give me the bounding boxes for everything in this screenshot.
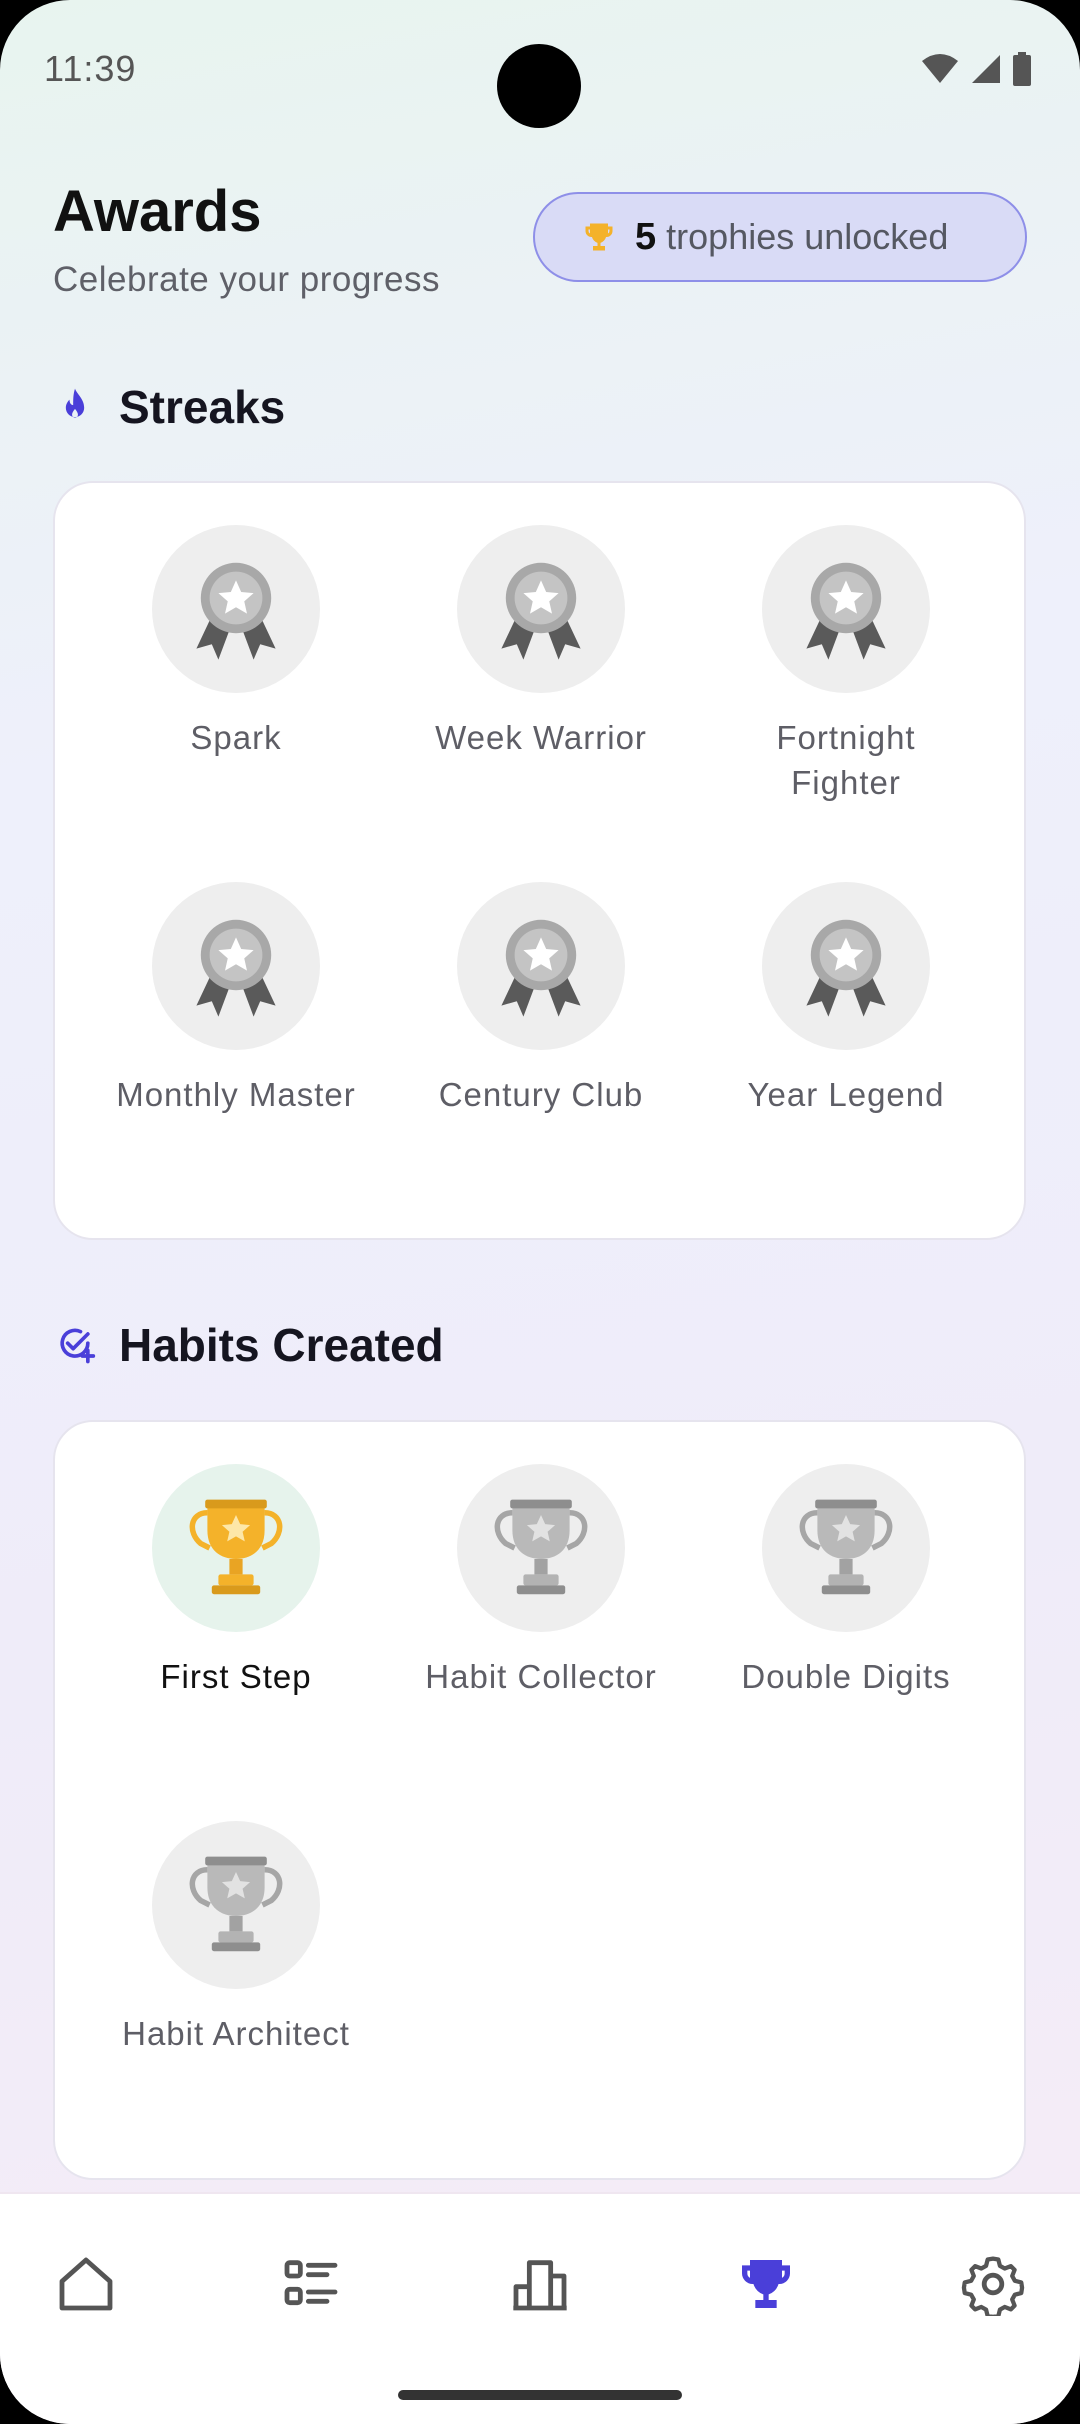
nav-settings[interactable]: [943, 2244, 1043, 2324]
trophy-icon: [585, 223, 613, 251]
silver-trophy-icon: [189, 1856, 283, 1952]
status-icons: [920, 52, 1032, 86]
signal-icon: [972, 55, 1000, 83]
trophies-unlocked-badge: 5 trophies unlocked: [533, 192, 1027, 282]
trophies-label: trophies unlocked: [666, 215, 949, 257]
award-first-step[interactable]: First Step: [86, 1464, 386, 1699]
award-name: Spark: [190, 719, 282, 756]
award-century-club[interactable]: Century Club: [391, 882, 691, 1117]
award-name: Century Club: [438, 1076, 644, 1113]
award-name: Double Digits: [741, 1658, 951, 1695]
award-spark[interactable]: Spark: [86, 525, 386, 760]
trophy-badge: [762, 1464, 930, 1632]
stats-icon: [513, 2260, 567, 2311]
home-indicator[interactable]: [398, 2390, 682, 2400]
medal-badge: [152, 882, 320, 1050]
medal-icon: [501, 562, 581, 660]
award-name: Monthly Master: [116, 1076, 356, 1113]
medal-icon: [806, 919, 886, 1017]
trophy-badge: [152, 1821, 320, 1989]
trophy-badge: [152, 1464, 320, 1632]
nav-home[interactable]: [36, 2244, 136, 2324]
nav-habits-list[interactable]: [261, 2244, 361, 2324]
award-name: Habit Collector: [425, 1658, 657, 1695]
award-name: Year Legend: [747, 1076, 945, 1113]
habits-section-header: Habits Created: [53, 1318, 444, 1372]
home-icon: [59, 2257, 113, 2311]
nav-stats[interactable]: [490, 2244, 590, 2324]
award-week-warrior[interactable]: Week Warrior: [391, 525, 691, 760]
streaks-card: Spark Week Warrior Fortnight Fighter Mon…: [53, 481, 1026, 1240]
award-habit-collector[interactable]: Habit Collector: [391, 1464, 691, 1699]
medal-badge: [457, 525, 625, 693]
award-name: Habit Architect: [122, 2015, 350, 2052]
settings-icon: [961, 2256, 1025, 2316]
award-fortnight-fighter[interactable]: Fortnight Fighter: [696, 525, 996, 805]
page-subtitle: Celebrate your progress: [53, 260, 440, 299]
trophy-badge: [457, 1464, 625, 1632]
award-name: First Step: [160, 1658, 312, 1695]
screen: 11:39 Awards Celebrate your progress 5 t…: [0, 0, 1080, 2424]
wifi-icon: [922, 54, 958, 83]
status-time: 11:39: [44, 48, 137, 89]
page-title: Awards: [53, 179, 262, 244]
trophies-count: 5: [635, 215, 657, 258]
check-plus-icon: [60, 1328, 96, 1364]
nav-awards[interactable]: [716, 2244, 816, 2324]
medal-icon: [196, 919, 276, 1017]
award-double-digits[interactable]: Double Digits: [696, 1464, 996, 1699]
silver-trophy-icon: [494, 1499, 588, 1595]
award-monthly-master[interactable]: Monthly Master: [86, 882, 386, 1117]
medal-icon: [501, 919, 581, 1017]
medal-badge: [762, 525, 930, 693]
award-year-legend[interactable]: Year Legend: [696, 882, 996, 1117]
list-icon: [284, 2260, 338, 2306]
award-name: Week Warrior: [435, 719, 647, 756]
medal-badge: [457, 882, 625, 1050]
award-habit-architect[interactable]: Habit Architect: [86, 1821, 386, 2056]
habits-card: First Step Habit Collector Double Digits…: [53, 1420, 1026, 2180]
medal-badge: [152, 525, 320, 693]
gold-trophy-icon: [189, 1499, 283, 1595]
medal-icon: [196, 562, 276, 660]
habits-section-title: Habits Created: [119, 1319, 444, 1371]
silver-trophy-icon: [799, 1499, 893, 1595]
medal-badge: [762, 882, 930, 1050]
streaks-section-header: Streaks: [53, 380, 285, 434]
battery-icon: [1013, 52, 1031, 86]
award-name: Fortnight Fighter: [776, 719, 916, 801]
streaks-section-title: Streaks: [119, 381, 286, 433]
medal-icon: [806, 562, 886, 660]
flame-icon: [65, 388, 85, 418]
camera-cutout: [497, 44, 581, 128]
trophy-icon: [742, 2260, 790, 2308]
